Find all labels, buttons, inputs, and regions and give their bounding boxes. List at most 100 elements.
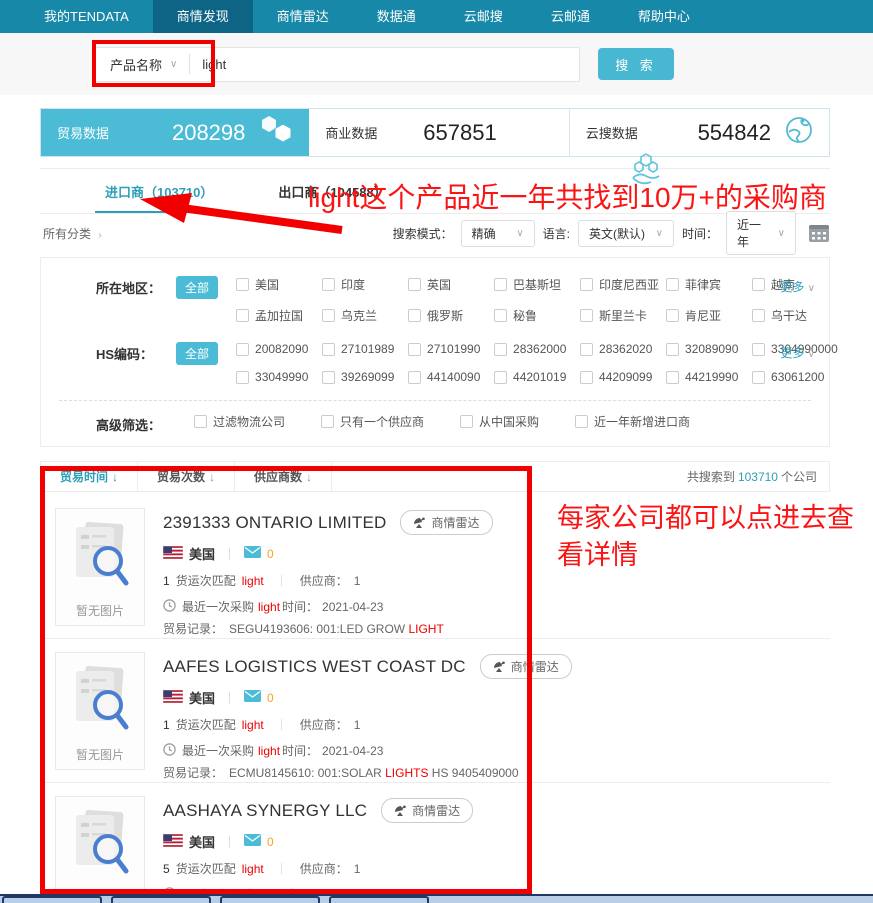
filter-option[interactable]: 肯尼亚 <box>666 307 752 324</box>
nav-item[interactable]: 数据通 <box>353 0 440 33</box>
taskbar-tab[interactable] <box>220 896 320 903</box>
filter-option[interactable]: 27101989 <box>322 342 408 356</box>
checkbox[interactable] <box>580 278 593 291</box>
filter-option[interactable]: 33049990 <box>236 370 322 384</box>
filter-option[interactable]: 63061200 <box>752 370 838 384</box>
mail-icon[interactable] <box>244 546 261 561</box>
checkbox[interactable] <box>752 309 765 322</box>
breadcrumb-all-categories[interactable]: 所有分类 › <box>43 225 102 242</box>
filter-option[interactable]: 32089090 <box>666 342 752 356</box>
checkbox[interactable] <box>666 278 679 291</box>
calendar-icon[interactable] <box>808 223 830 243</box>
checkbox[interactable] <box>460 415 473 428</box>
hs-all-badge[interactable]: 全部 <box>176 342 218 365</box>
radar-button[interactable]: 商情雷达 <box>480 654 572 679</box>
filter-option[interactable]: 27101990 <box>408 342 494 356</box>
taskbar-tab[interactable] <box>111 896 211 903</box>
filter-option[interactable]: 44140090 <box>408 370 494 384</box>
language-select[interactable]: 英文(默认) ∨ <box>578 220 674 247</box>
checkbox[interactable] <box>752 343 765 356</box>
sort-item[interactable]: 贸易次数 ↓ <box>138 462 235 491</box>
sort-item[interactable]: 贸易时间 ↓ <box>41 462 138 491</box>
search-mode-select[interactable]: 精确 ∨ <box>461 220 535 247</box>
filter-option[interactable]: 秘鲁 <box>494 307 580 324</box>
filter-option[interactable]: 39269099 <box>322 370 408 384</box>
checkbox[interactable] <box>575 415 588 428</box>
checkbox[interactable] <box>580 309 593 322</box>
filter-option[interactable]: 44209099 <box>580 370 666 384</box>
nav-item[interactable]: 云邮搜 <box>440 0 527 33</box>
nav-item[interactable]: 帮助中心 <box>614 0 714 33</box>
filter-option[interactable]: 孟加拉国 <box>236 307 322 324</box>
filter-option[interactable]: 美国 <box>236 276 322 293</box>
filter-option[interactable]: 印度 <box>322 276 408 293</box>
time-select[interactable]: 近一年 ∨ <box>726 211 796 255</box>
company-name[interactable]: AAFES LOGISTICS WEST COAST DC <box>163 657 466 677</box>
company-card[interactable]: 暂无图片 2391333 ONTARIO LIMITED 商情雷达 <box>40 495 830 639</box>
filter-option[interactable]: 菲律宾 <box>666 276 752 293</box>
stat-trade-data[interactable]: 贸易数据 208298 <box>41 109 309 156</box>
checkbox[interactable] <box>666 309 679 322</box>
radar-button[interactable]: 商情雷达 <box>400 510 492 535</box>
mail-icon[interactable] <box>244 834 261 849</box>
checkbox[interactable] <box>194 415 207 428</box>
tab-exporters[interactable]: 出口商（104588） <box>268 169 396 213</box>
checkbox[interactable] <box>494 309 507 322</box>
tab-importers[interactable]: 进口商（103710） <box>95 169 223 213</box>
checkbox[interactable] <box>322 278 335 291</box>
checkbox[interactable] <box>666 343 679 356</box>
filter-option[interactable]: 乌干达 <box>752 307 838 324</box>
checkbox[interactable] <box>322 371 335 384</box>
search-field-select[interactable]: 产品名称 ∨ <box>96 55 189 74</box>
filter-option[interactable]: 28362020 <box>580 342 666 356</box>
filter-option[interactable]: 20082090 <box>236 342 322 356</box>
taskbar-tab[interactable] <box>329 896 429 903</box>
filter-option[interactable]: 44201019 <box>494 370 580 384</box>
filter-option[interactable]: 印度尼西亚 <box>580 276 666 293</box>
checkbox[interactable] <box>408 309 421 322</box>
checkbox[interactable] <box>236 278 249 291</box>
checkbox[interactable] <box>580 371 593 384</box>
checkbox[interactable] <box>752 278 765 291</box>
filter-option[interactable]: 28362000 <box>494 342 580 356</box>
checkbox[interactable] <box>408 343 421 356</box>
nav-item[interactable]: 商情发现 <box>153 0 253 33</box>
checkbox[interactable] <box>408 371 421 384</box>
search-input[interactable] <box>190 49 579 79</box>
filter-option[interactable]: 乌克兰 <box>322 307 408 324</box>
nav-item[interactable]: 我的TENDATA <box>20 0 153 33</box>
checkbox[interactable] <box>236 343 249 356</box>
mail-icon[interactable] <box>244 690 261 705</box>
filter-option[interactable]: 近一年新增进口商 <box>575 413 690 430</box>
filter-option[interactable]: 从中国采购 <box>460 413 539 430</box>
company-name[interactable]: 2391333 ONTARIO LIMITED <box>163 513 386 533</box>
nav-item[interactable]: 商情雷达 <box>253 0 353 33</box>
checkbox[interactable] <box>322 309 335 322</box>
checkbox[interactable] <box>752 371 765 384</box>
stat-cloud-data[interactable]: 云搜数据 554842 <box>570 109 829 156</box>
checkbox[interactable] <box>408 278 421 291</box>
filter-option[interactable]: 巴基斯坦 <box>494 276 580 293</box>
region-all-badge[interactable]: 全部 <box>176 276 218 299</box>
stat-business-data[interactable]: 商业数据 657851 <box>309 109 569 156</box>
checkbox[interactable] <box>494 278 507 291</box>
company-name[interactable]: AASHAYA SYNERGY LLC <box>163 801 367 821</box>
sort-item[interactable]: 供应商数 ↓ <box>235 462 332 491</box>
filter-option[interactable]: 44219990 <box>666 370 752 384</box>
company-card[interactable]: 暂无图片 AAFES LOGISTICS WEST COAST DC 商情雷达 <box>40 639 830 783</box>
checkbox[interactable] <box>494 343 507 356</box>
filter-option[interactable]: 英国 <box>408 276 494 293</box>
nav-item[interactable]: 云邮通 <box>527 0 614 33</box>
filter-option[interactable]: 过滤物流公司 <box>194 413 285 430</box>
company-card[interactable]: 暂无图片 AASHAYA SYNERGY LLC 商情雷达 <box>40 783 830 903</box>
region-more-link[interactable]: 更多 ∨ <box>780 278 815 295</box>
filter-option[interactable]: 只有一个供应商 <box>321 413 424 430</box>
checkbox[interactable] <box>494 371 507 384</box>
checkbox[interactable] <box>236 371 249 384</box>
checkbox[interactable] <box>322 343 335 356</box>
hs-more-link[interactable]: 更多 ∨ <box>780 344 815 361</box>
filter-option[interactable]: 斯里兰卡 <box>580 307 666 324</box>
checkbox[interactable] <box>580 343 593 356</box>
radar-button[interactable]: 商情雷达 <box>381 798 473 823</box>
checkbox[interactable] <box>236 309 249 322</box>
